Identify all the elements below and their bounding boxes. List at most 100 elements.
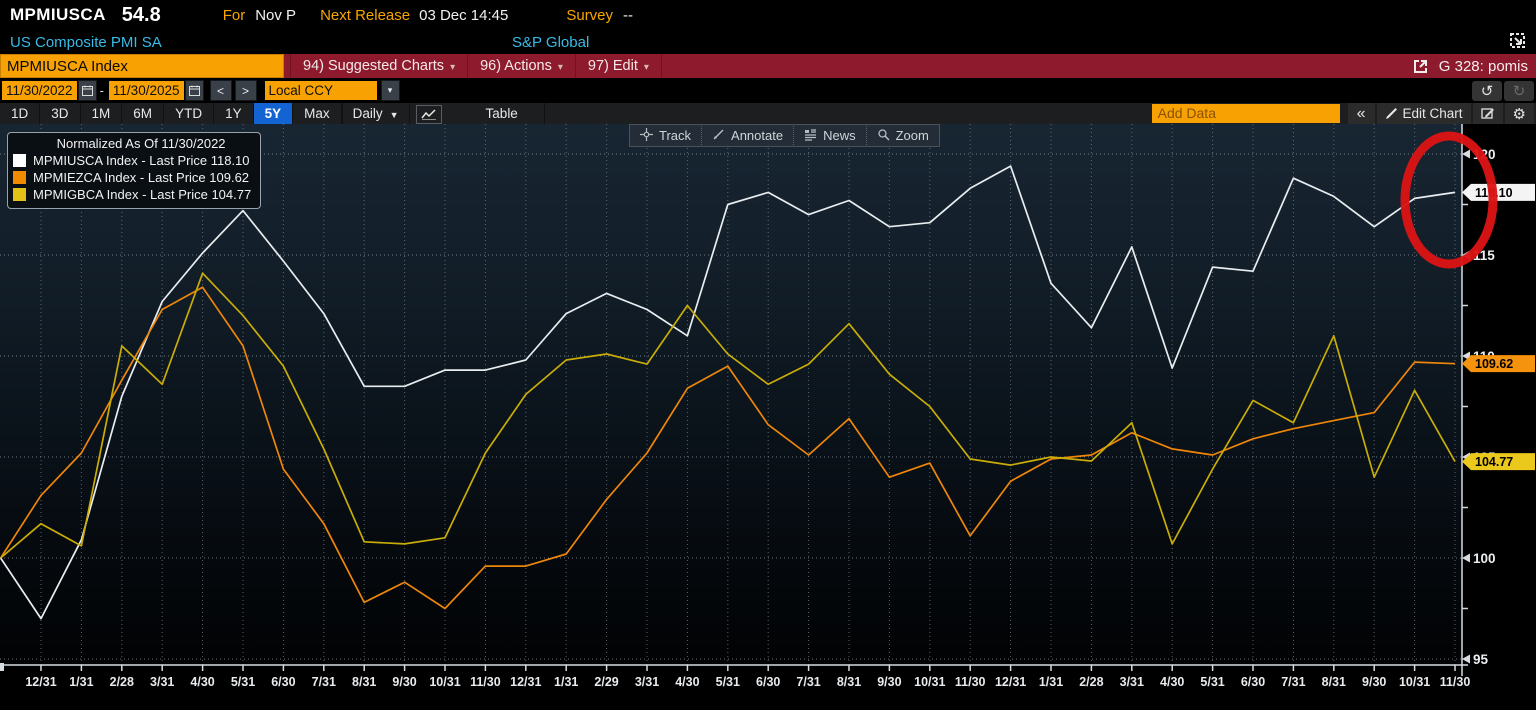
x-tick-label: 11/30 [955,675,986,689]
date-separator: - [100,83,104,98]
zoom-icon [877,128,890,144]
x-tick-label: 1/31 [554,675,578,689]
source-label: S&P Global [512,34,589,51]
chart-settings-icon[interactable] [1473,103,1503,124]
y-tick-label: 95 [1473,652,1489,667]
legend-swatch [13,171,26,184]
x-tick-label: 6/30 [1241,675,1265,689]
range-tab-max[interactable]: Max [293,103,342,124]
legend-item[interactable]: MPMIGBCA Index - Last Price 104.77 [13,186,251,203]
menu-items: 94) Suggested Charts96) Actions97) Edit [284,54,662,78]
menu-item[interactable]: 94) Suggested Charts [290,54,468,78]
description-row: US Composite PMI SA S&P Global [0,30,1536,54]
menu-bar: MPMIUSCA Index 94) Suggested Charts96) A… [0,54,1536,78]
x-tick-label: 4/30 [675,675,699,689]
table-button[interactable]: Table [460,103,545,124]
edit-chart-button[interactable]: Edit Chart [1377,103,1471,124]
legend-swatch [13,188,26,201]
menu-item[interactable]: 96) Actions [468,54,576,78]
date-from-input[interactable]: 11/30/2022 [2,81,77,100]
for-label: For [223,7,246,24]
x-tick-label: 12/31 [510,675,541,689]
date-toolbar: 11/30/2022 - 11/30/2025 < > Local CCY ▾ … [0,78,1536,103]
ticker-symbol: MPMIUSCA [10,5,106,25]
x-tick-label: 8/31 [352,675,376,689]
x-tick-label: 5/31 [1200,675,1224,689]
undo-button[interactable]: ↺ [1472,81,1502,101]
zoom-tool[interactable]: Zoom [866,126,939,145]
popout-icon[interactable] [1509,32,1528,55]
next-release-label: Next Release [320,7,410,24]
legend-item[interactable]: MPMIEZCA Index - Last Price 109.62 [13,169,251,186]
x-tick-label: 2/29 [594,675,618,689]
menu-bar-right: G 328: pomis [1412,58,1528,75]
range-tab-1y[interactable]: 1Y [214,103,254,124]
range-tab-3d[interactable]: 3D [40,103,80,124]
x-tick-label: 4/30 [1160,675,1184,689]
track-icon [640,128,653,144]
range-tab-ytd[interactable]: YTD [164,103,214,124]
chart-canvas[interactable]: 12/311/312/283/314/305/316/307/318/319/3… [0,124,1536,710]
x-tick-label: 3/31 [635,675,659,689]
last-value: 54.8 [122,4,161,27]
menu-item[interactable]: 97) Edit [576,54,662,78]
legend-title: Normalized As Of 11/30/2022 [13,135,251,152]
calendar-icon[interactable] [78,80,97,101]
x-tick-label: 1/31 [69,675,93,689]
ticker-input[interactable]: MPMIUSCA Index [0,54,284,78]
date-to-input[interactable]: 11/30/2025 [109,81,184,100]
history-buttons: ↺ ↻ [1472,81,1534,101]
x-tick-label: 8/31 [837,675,861,689]
x-tick-label: 1/31 [1039,675,1063,689]
frequency-dropdown[interactable]: Daily [342,103,410,124]
x-tick-label: 11/30 [1440,675,1471,689]
range-tab-5y[interactable]: 5Y [254,103,294,124]
legend-swatch [13,154,26,167]
x-tick-label: 8/31 [1322,675,1346,689]
annotate-tool[interactable]: Annotate [701,126,793,145]
security-description: US Composite PMI SA [10,34,162,51]
chevron-down-icon[interactable]: ▾ [381,80,400,101]
x-tick-label: 11/30 [470,675,501,689]
chart-type-icon[interactable] [416,105,442,124]
axis-origin-tick [0,663,4,671]
y-tick-arrow [1462,655,1470,664]
range-tab-1d[interactable]: 1D [0,103,40,124]
price-badge-label: 109.62 [1475,357,1513,371]
annotate-icon [712,128,725,144]
prev-period-button[interactable]: < [210,80,232,101]
currency-field[interactable]: Local CCY [265,81,377,100]
track-tool[interactable]: Track [630,126,701,145]
legend-item[interactable]: MPMIUSCA Index - Last Price 118.10 [13,152,251,169]
gear-icon[interactable]: ⚙ [1505,103,1534,124]
x-tick-label: 4/30 [190,675,214,689]
x-tick-label: 6/30 [756,675,780,689]
export-icon[interactable] [1412,58,1429,75]
x-tick-label: 7/31 [312,675,336,689]
redo-button[interactable]: ↻ [1504,81,1534,101]
header-row: MPMIUSCA 54.8 For Nov P Next Release 03 … [0,0,1536,30]
calendar-icon[interactable] [185,80,204,101]
news-tool[interactable]: News [793,126,866,145]
x-tick-label: 5/31 [716,675,740,689]
next-period-button[interactable]: > [235,80,257,101]
legend-label: MPMIEZCA Index - Last Price 109.62 [33,170,249,185]
price-badge-label: 104.77 [1475,455,1513,469]
y-tick-label: 100 [1473,551,1496,566]
x-tick-label: 10/31 [429,675,460,689]
pencil-icon [1385,107,1398,120]
x-tick-label: 5/31 [231,675,255,689]
chart-toolbar: TrackAnnotateNewsZoom [629,124,940,147]
chart-legend: Normalized As Of 11/30/2022 MPMIUSCA Ind… [7,132,261,209]
price-chart[interactable]: 12/311/312/283/314/305/316/307/318/319/3… [0,124,1536,710]
x-tick-label: 3/31 [150,675,174,689]
collapse-button[interactable]: « [1348,103,1375,124]
x-tick-label: 3/31 [1120,675,1144,689]
x-tick-label: 7/31 [796,675,820,689]
x-tick-label: 6/30 [271,675,295,689]
range-tab-1m[interactable]: 1M [81,103,123,124]
x-tick-label: 9/30 [877,675,901,689]
range-tab-6m[interactable]: 6M [122,103,164,124]
add-data-input[interactable]: Add Data [1152,104,1340,123]
survey-label: Survey [566,7,613,24]
